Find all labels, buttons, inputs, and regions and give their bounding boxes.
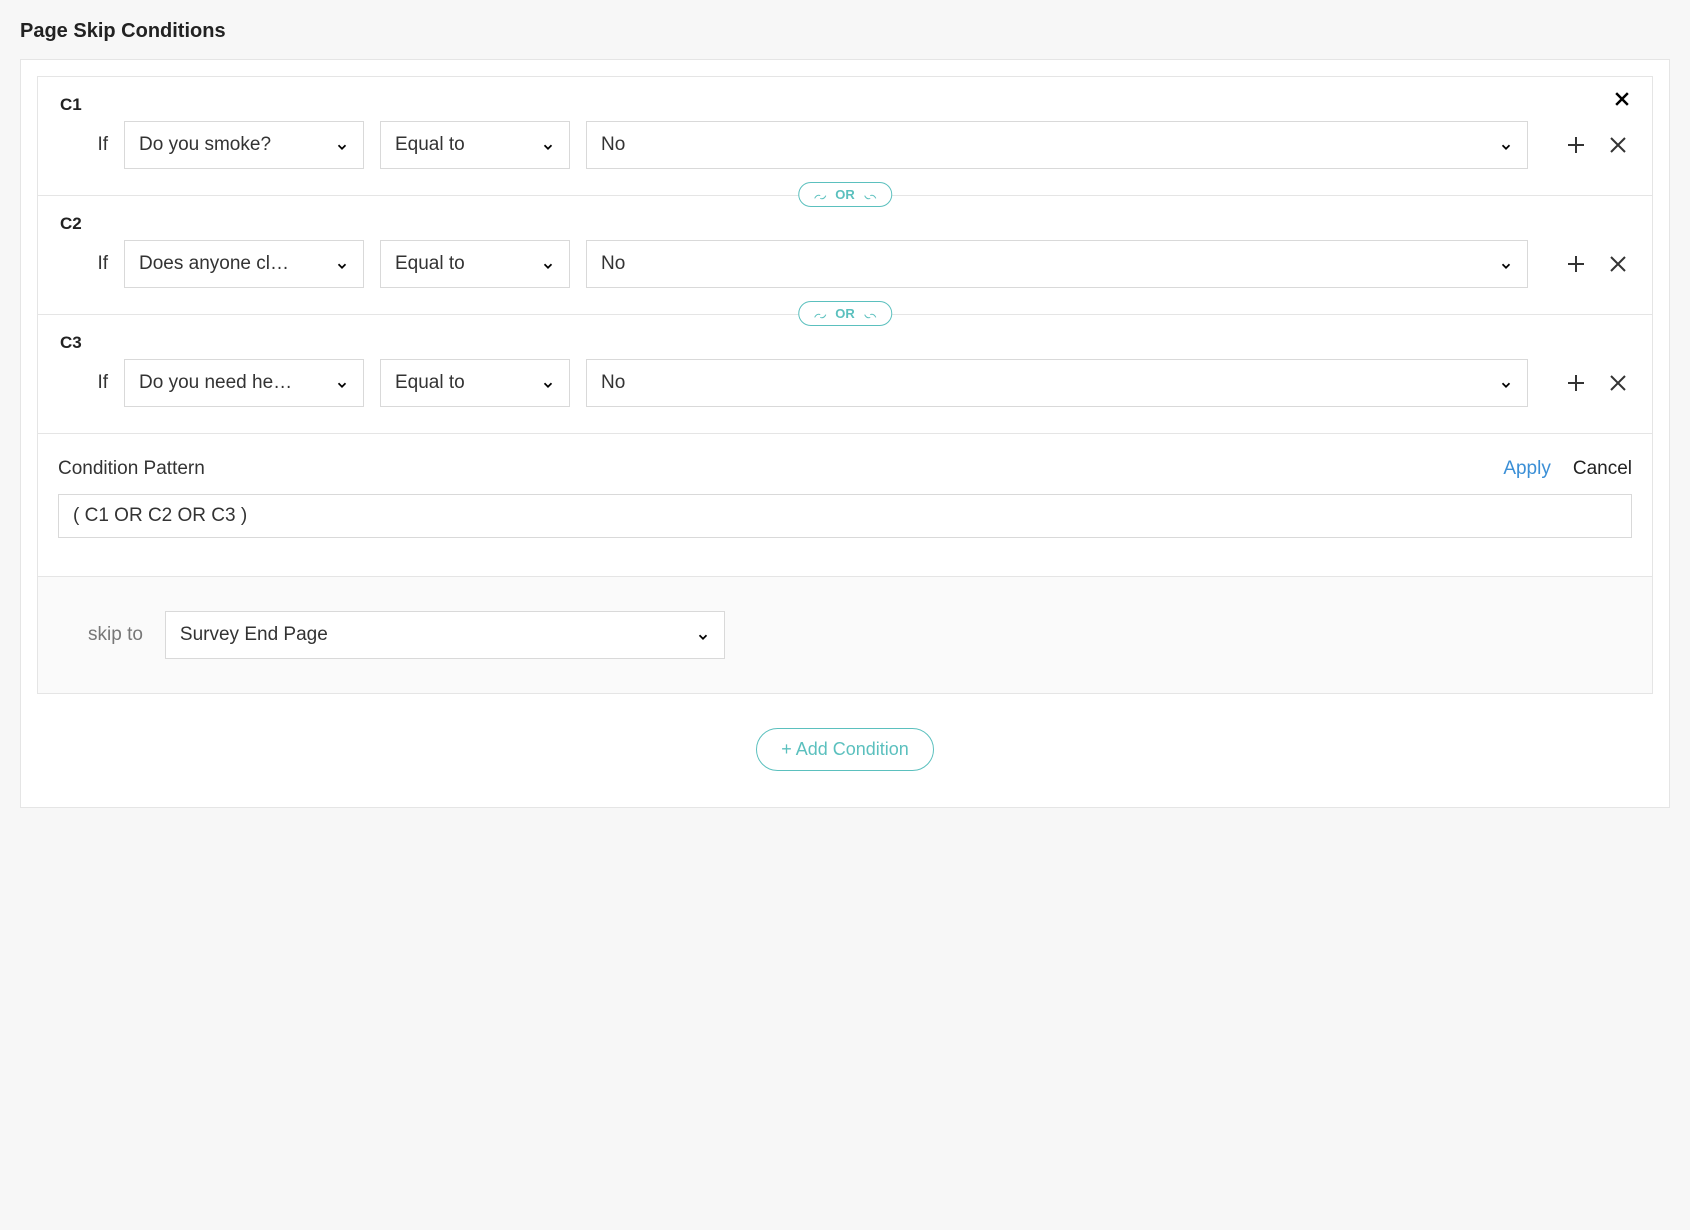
pattern-header: Condition Pattern Apply Cancel <box>58 458 1632 480</box>
conditions-panel: C1 If Do you smoke? Equal to No <box>20 59 1670 808</box>
condition-row: If Does anyone cl… Equal to No <box>60 240 1630 288</box>
chevron-down-icon <box>335 257 349 271</box>
question-select[interactable]: Does anyone cl… <box>124 240 364 288</box>
condition-id-label: C3 <box>60 333 1630 353</box>
value-select-value: No <box>601 372 625 394</box>
chevron-down-icon <box>696 628 710 642</box>
if-label: If <box>88 134 108 156</box>
skip-to-section: skip to Survey End Page <box>38 576 1652 693</box>
value-select[interactable]: No <box>586 359 1528 407</box>
remove-row-button[interactable] <box>1606 371 1630 395</box>
remove-row-button[interactable] <box>1606 252 1630 276</box>
skip-to-select[interactable]: Survey End Page <box>165 611 725 659</box>
page-title: Page Skip Conditions <box>20 20 1670 43</box>
add-row-button[interactable] <box>1564 371 1588 395</box>
condition-row-actions <box>1564 133 1630 157</box>
skip-to-label: skip to <box>88 624 143 646</box>
chevron-down-icon <box>335 376 349 390</box>
condition-block-c1: C1 If Do you smoke? Equal to No <box>38 77 1652 195</box>
pattern-title: Condition Pattern <box>58 458 205 480</box>
apply-button[interactable]: Apply <box>1503 458 1551 480</box>
conditions-box: C1 If Do you smoke? Equal to No <box>37 76 1653 694</box>
operator-select[interactable]: Equal to <box>380 359 570 407</box>
question-select[interactable]: Do you need he… <box>124 359 364 407</box>
add-condition-wrap: + Add Condition <box>37 694 1653 791</box>
add-row-button[interactable] <box>1564 133 1588 157</box>
condition-block-c2: C2 If Does anyone cl… Equal to No <box>38 196 1652 314</box>
add-row-button[interactable] <box>1564 252 1588 276</box>
close-all-icon[interactable] <box>1612 89 1632 109</box>
value-select-value: No <box>601 253 625 275</box>
operator-select-value: Equal to <box>395 372 465 394</box>
condition-id-label: C2 <box>60 214 1630 234</box>
add-condition-button[interactable]: + Add Condition <box>756 728 934 771</box>
chevron-down-icon <box>541 257 555 271</box>
condition-row: If Do you smoke? Equal to No <box>60 121 1630 169</box>
value-select[interactable]: No <box>586 240 1528 288</box>
condition-row-actions <box>1564 252 1630 276</box>
skip-to-value: Survey End Page <box>180 624 328 646</box>
operator-select[interactable]: Equal to <box>380 121 570 169</box>
condition-row: If Do you need he… Equal to No <box>60 359 1630 407</box>
if-label: If <box>88 253 108 275</box>
chevron-down-icon <box>1499 376 1513 390</box>
value-select-value: No <box>601 134 625 156</box>
operator-select-value: Equal to <box>395 253 465 275</box>
pattern-input[interactable] <box>58 494 1632 538</box>
operator-select[interactable]: Equal to <box>380 240 570 288</box>
condition-pattern-section: Condition Pattern Apply Cancel <box>38 433 1652 576</box>
chevron-down-icon <box>335 138 349 152</box>
condition-block-c3: C3 If Do you need he… Equal to No <box>38 315 1652 433</box>
condition-id-label: C1 <box>60 95 1630 115</box>
chevron-down-icon <box>1499 257 1513 271</box>
operator-select-value: Equal to <box>395 134 465 156</box>
cancel-button[interactable]: Cancel <box>1573 458 1632 480</box>
question-select-value: Do you smoke? <box>139 134 271 156</box>
question-select[interactable]: Do you smoke? <box>124 121 364 169</box>
value-select[interactable]: No <box>586 121 1528 169</box>
pattern-actions: Apply Cancel <box>1503 458 1632 480</box>
remove-row-button[interactable] <box>1606 133 1630 157</box>
condition-row-actions <box>1564 371 1630 395</box>
question-select-value: Does anyone cl… <box>139 253 289 275</box>
if-label: If <box>88 372 108 394</box>
chevron-down-icon <box>541 376 555 390</box>
chevron-down-icon <box>1499 138 1513 152</box>
chevron-down-icon <box>541 138 555 152</box>
question-select-value: Do you need he… <box>139 372 292 394</box>
